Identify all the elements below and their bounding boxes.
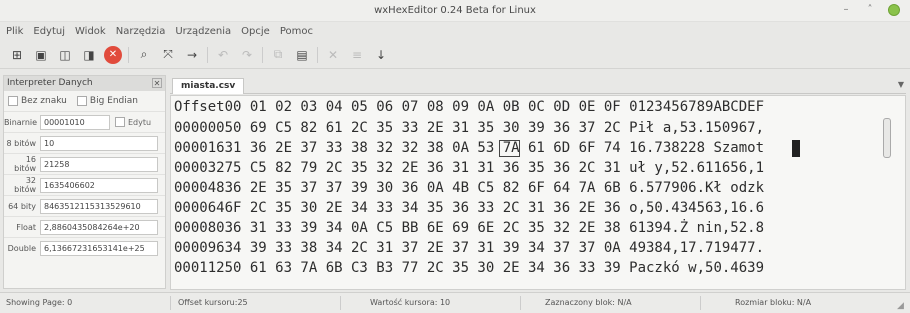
toolbar-separator	[262, 46, 263, 63]
tab-miasta-csv[interactable]: miasta.csv	[172, 78, 245, 94]
title-bar: wxHexEditor 0.24 Beta for Linux – ˄	[0, 0, 910, 22]
status-block: Zaznaczony blok: N/A	[545, 298, 632, 307]
delete-icon[interactable]: ≡	[348, 46, 366, 64]
status-block-size: Rozmiar bloku: N/A	[735, 298, 812, 307]
minimize-icon[interactable]: –	[840, 4, 852, 16]
hex-row[interactable]: 00009634 39 33 38 34 2C 31 37 2E 37 31 3…	[174, 238, 764, 258]
save-as-icon[interactable]: ◨	[80, 46, 98, 64]
panel-title: Interpreter Danych ✕	[4, 76, 165, 91]
8bit-value-field[interactable]: 10	[40, 135, 158, 151]
paste-icon[interactable]: ▤	[293, 46, 311, 64]
16bit-value-field[interactable]: 21258	[40, 156, 158, 172]
status-page: Showing Page: 0	[6, 298, 73, 307]
window-controls: – ˄	[840, 4, 900, 16]
menu-opcje[interactable]: Opcje	[241, 26, 270, 37]
row-label: Binarnie	[4, 117, 38, 127]
row-label: 64 bity	[8, 201, 36, 211]
menu-plik[interactable]: Plik	[6, 26, 23, 37]
big-endian-checkbox[interactable]	[76, 96, 87, 106]
status-separator	[340, 296, 341, 310]
interpreter-row-float: Float 2,8860435084264e+20	[4, 216, 165, 237]
search-icon[interactable]: ⌕	[135, 46, 153, 64]
hex-row[interactable]: 00011250 61 63 7A 6B C3 B3 77 2C 35 30 2…	[174, 258, 764, 278]
text-cursor-block	[792, 140, 800, 157]
copy-icon[interactable]: ⧉	[269, 46, 287, 64]
hex-row[interactable]: 00000050 69 C5 82 61 2C 35 33 2E 31 35 3…	[174, 118, 764, 138]
menu-edytuj[interactable]: Edytuj	[33, 26, 65, 37]
cut-icon[interactable]: ✕	[324, 46, 342, 64]
close-window-icon[interactable]	[888, 4, 900, 16]
data-interpreter-panel: Interpreter Danych ✕ Bez znaku Big Endia…	[3, 75, 166, 289]
hex-row[interactable]: 00003275 C5 82 79 2C 35 32 2E 36 31 31 3…	[174, 158, 764, 178]
status-separator	[700, 296, 701, 310]
maximize-icon[interactable]: ˄	[864, 4, 876, 16]
interpreter-row-16bit: 16 bitów 21258	[4, 153, 165, 174]
row-label: 8 bitów	[6, 138, 36, 148]
unsigned-label: Bez znaku	[21, 96, 67, 106]
big-endian-label: Big Endian	[89, 96, 138, 106]
redo-icon[interactable]: ↷	[238, 46, 256, 64]
file-tab-strip: miasta.csv ▼	[170, 76, 906, 94]
menu-widok[interactable]: Widok	[75, 26, 106, 37]
interpreter-row-64bit: 64 bity 8463512115313529610	[4, 195, 165, 216]
status-bar: Showing Page: 0 Offset kursoru:25 Wartoś…	[0, 292, 910, 313]
row-label: 16 bitów	[14, 155, 36, 173]
selected-byte-highlight	[499, 140, 520, 157]
double-value-field[interactable]: 6,13667231653141e+25	[40, 240, 158, 256]
save-icon[interactable]: ◫	[56, 46, 74, 64]
interpreter-row-32bit: 32 bitów 1635406602	[4, 174, 165, 195]
interpreter-options: Bez znaku Big Endian	[4, 91, 165, 111]
edit-toggle[interactable]: Edytu	[115, 117, 151, 127]
toolbar-separator	[317, 46, 318, 63]
status-value: Wartość kursora: 10	[370, 298, 451, 307]
status-separator	[170, 296, 171, 310]
hex-row[interactable]: 00004836 2E 35 37 37 39 30 36 0A 4B C5 8…	[174, 178, 764, 198]
menu-bar: Plik Edytuj Widok Narzędzia Urządzenia O…	[0, 22, 910, 41]
menu-pomoc[interactable]: Pomoc	[280, 26, 313, 37]
hex-editor-area[interactable]: Offset00 01 02 03 04 05 06 07 08 09 0A 0…	[170, 95, 906, 290]
row-label: Double	[7, 243, 36, 253]
row-label: Float	[16, 222, 36, 232]
tab-list-dropdown-icon[interactable]: ▼	[898, 80, 904, 89]
row-label: 32 bitów	[14, 176, 36, 194]
hex-row[interactable]: 0000646F 2C 35 30 2E 34 33 34 35 36 33 2…	[174, 198, 764, 218]
replace-icon[interactable]: ⤧	[159, 46, 177, 64]
open-file-icon[interactable]: ▣	[32, 46, 50, 64]
32bit-value-field[interactable]: 1635406602	[40, 177, 158, 193]
64bit-value-field[interactable]: 8463512115313529610	[40, 198, 158, 214]
float-value-field[interactable]: 2,8860435084264e+20	[40, 219, 158, 235]
binary-value-field[interactable]: 00001010	[40, 114, 110, 130]
hex-row[interactable]: 00001631 36 2E 37 33 38 32 32 38 0A 53 7…	[174, 138, 764, 158]
vertical-scrollbar[interactable]	[883, 118, 891, 158]
edit-checkbox[interactable]	[115, 117, 125, 127]
menu-narzedzia[interactable]: Narzędzia	[116, 26, 166, 37]
resize-grip-icon[interactable]: ◢	[897, 301, 907, 311]
status-offset: Offset kursoru:25	[178, 298, 248, 307]
close-file-icon[interactable]: ✕	[104, 45, 122, 64]
interpreter-row-8bit: 8 bitów 10	[4, 132, 165, 153]
insert-icon[interactable]: ↓	[372, 46, 390, 64]
goto-offset-icon[interactable]: →	[183, 46, 201, 64]
new-file-icon[interactable]: ⊞	[8, 46, 26, 64]
undo-icon[interactable]: ↶	[214, 46, 232, 64]
toolbar: ⊞ ▣ ◫ ◨ ✕ ⌕ ⤧ → ↶ ↷ ⧉ ▤ ✕ ≡ ↓	[0, 41, 910, 69]
toolbar-separator	[207, 46, 208, 63]
panel-close-icon[interactable]: ✕	[152, 78, 162, 88]
interpreter-row-double: Double 6,13667231653141e+25	[4, 237, 165, 258]
hex-header-row: Offset00 01 02 03 04 05 06 07 08 09 0A 0…	[174, 99, 765, 115]
unsigned-checkbox[interactable]	[8, 96, 18, 106]
menu-urzadzenia[interactable]: Urządzenia	[175, 26, 231, 37]
toolbar-separator	[128, 46, 129, 63]
status-separator	[520, 296, 521, 310]
hex-row[interactable]: 00008036 31 33 39 34 0A C5 BB 6E 69 6E 2…	[174, 218, 764, 238]
window-title: wxHexEditor 0.24 Beta for Linux	[374, 5, 536, 16]
interpreter-row-binary: Binarnie 00001010 Edytu	[4, 111, 165, 132]
